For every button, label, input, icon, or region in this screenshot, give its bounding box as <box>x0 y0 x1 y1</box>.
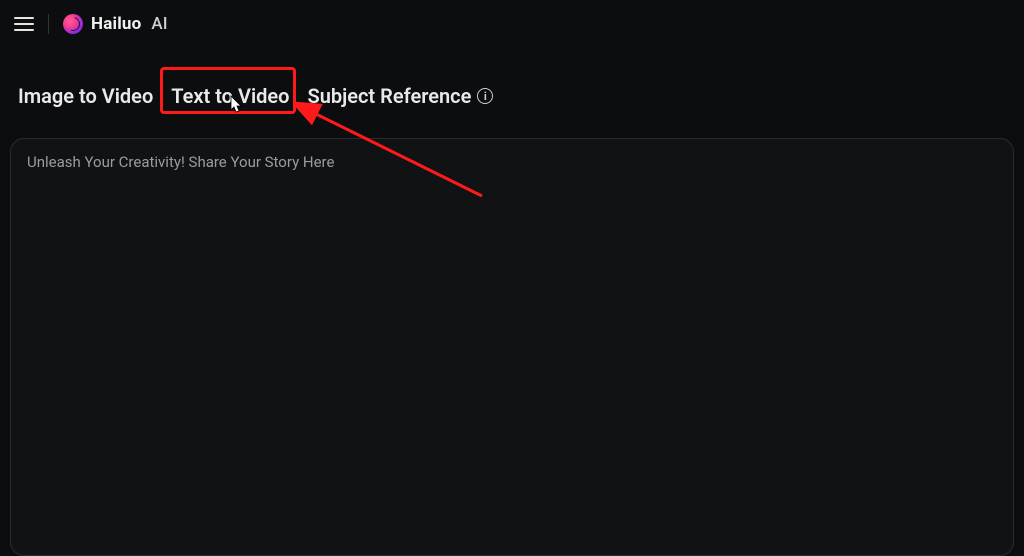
header-divider <box>48 14 49 34</box>
prompt-editor-container <box>10 138 1014 556</box>
app-header: Hailuo AI <box>0 0 1024 48</box>
tab-subject-reference[interactable]: Subject Reference i <box>308 82 494 110</box>
brand-name: Hailuo <box>91 14 141 34</box>
hamburger-menu-icon[interactable] <box>14 17 34 31</box>
tab-text-to-video[interactable]: Text to Video <box>171 82 289 110</box>
brand[interactable]: Hailuo AI <box>63 14 168 34</box>
brand-logo-icon <box>63 14 83 34</box>
mode-tabs: Image to Video Text to Video Subject Ref… <box>0 72 1024 120</box>
prompt-input[interactable] <box>27 153 997 541</box>
tab-label: Image to Video <box>18 84 153 108</box>
tab-label: Text to Video <box>171 84 289 108</box>
brand-suffix: AI <box>151 14 167 34</box>
tab-image-to-video[interactable]: Image to Video <box>18 82 153 110</box>
info-icon[interactable]: i <box>477 88 493 104</box>
tab-label: Subject Reference <box>308 84 472 108</box>
